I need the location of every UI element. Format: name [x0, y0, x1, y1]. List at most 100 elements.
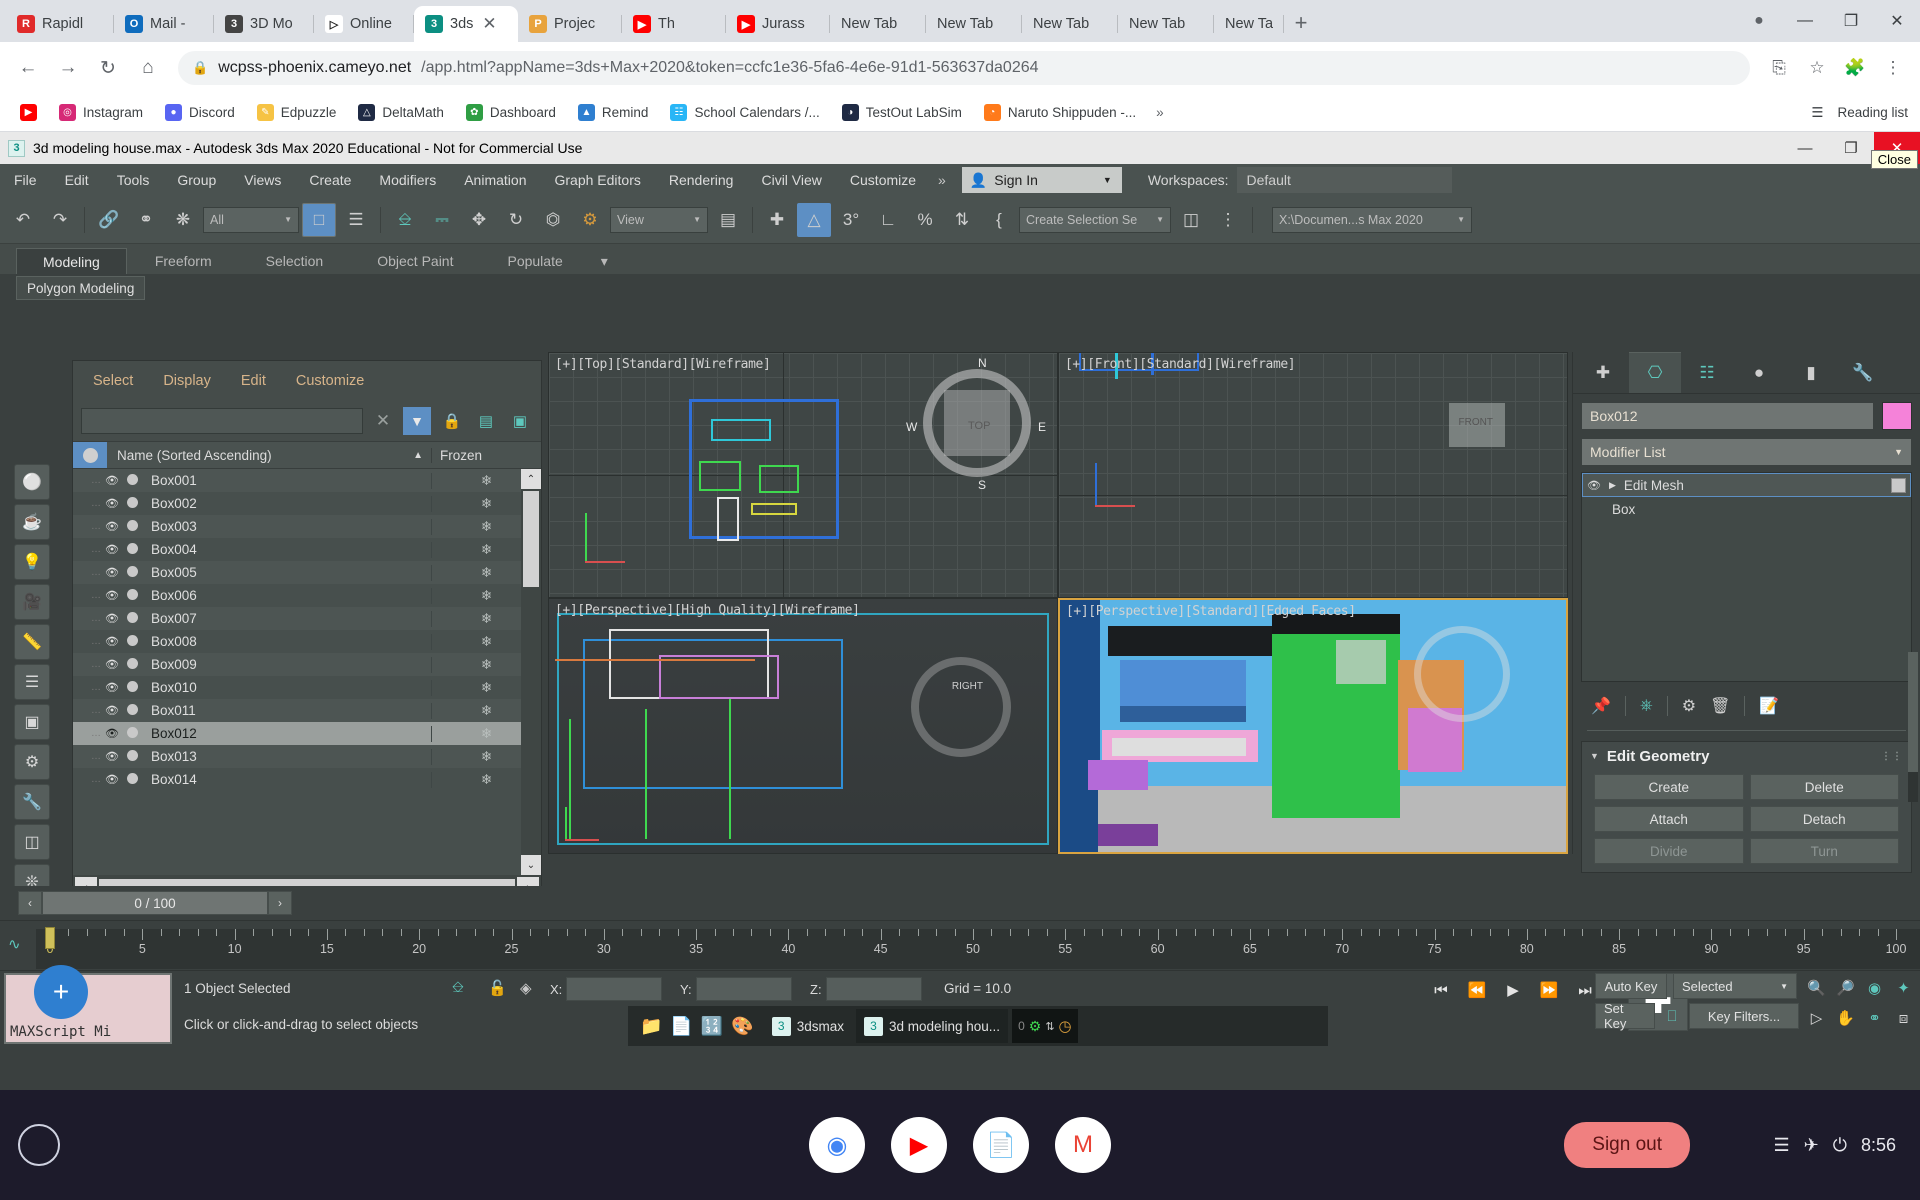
rail-layers-icon[interactable]: ☰ [14, 664, 50, 700]
zoom-icon[interactable]: 🔍 [1804, 975, 1829, 1001]
browser-tab-1[interactable]: O Mail - [114, 6, 214, 42]
edit-named-selection-icon[interactable]: { [982, 203, 1016, 237]
viewport-label-top[interactable]: [+][Top][Standard][Wireframe] [555, 357, 771, 372]
bookmark-0[interactable]: ▶ [12, 100, 45, 125]
bookmark-star-icon[interactable]: ☆ [1800, 51, 1834, 85]
scene-explorer-vscrollbar[interactable]: ⌃ ⌄ [521, 469, 541, 875]
spinner-icon[interactable]: ⇅ [1045, 1020, 1054, 1033]
selection-filter-combo[interactable]: All ▼ [203, 206, 299, 233]
rail-select-object-icon[interactable]: ⚪ [14, 464, 50, 500]
scroll-down-icon[interactable]: ⌄ [521, 855, 541, 875]
bookmark-5[interactable]: ✿ Dashboard [458, 100, 564, 125]
maxscript-mini-listener[interactable]: + MAXScript Mi [4, 965, 172, 1044]
browser-tab-5[interactable]: P Projec [518, 6, 622, 42]
pan-icon[interactable]: ✋ [1833, 1005, 1858, 1031]
lock-icon[interactable]: 🔒 [439, 408, 465, 434]
coord-y-input[interactable] [695, 977, 792, 1001]
scene-explorer-row[interactable]: … 👁 Box013 ❄ [73, 745, 541, 768]
bookmark-6[interactable]: ▲ Remind [570, 100, 657, 125]
view-cube[interactable] [911, 656, 1011, 757]
select-all-toggle[interactable] [73, 442, 107, 468]
viewport-label-perspective-2[interactable]: [+][Perspective][Standard][Edged Faces] [1066, 604, 1356, 619]
launcher-icon[interactable] [18, 1124, 60, 1166]
max-menu-file[interactable]: File [0, 164, 51, 196]
object-color-swatch[interactable] [1882, 402, 1912, 430]
eye-icon[interactable]: 👁 [101, 520, 123, 533]
rectangular-selection-region-icon[interactable]: ⎒ [388, 203, 422, 237]
create-button[interactable]: Create [1594, 774, 1744, 800]
docs-icon[interactable]: 📄 [973, 1117, 1029, 1173]
maximize-viewport-icon[interactable]: ⧈ [1891, 1005, 1916, 1031]
named-selection-set-combo[interactable]: Create Selection Se ▼ [1019, 206, 1171, 233]
render-toggle-icon[interactable] [123, 726, 141, 741]
eye-icon[interactable]: 👁 [101, 543, 123, 556]
bookmark-4[interactable]: △ DeltaMath [350, 100, 452, 125]
explorer-menu-customize[interactable]: Customize [296, 373, 365, 389]
align-icon[interactable]: ⋮ [1211, 203, 1245, 237]
select-object-icon[interactable]: □ [302, 202, 336, 237]
eye-icon[interactable]: 👁 [101, 566, 123, 579]
browser-tab-0[interactable]: R Rapidl [6, 6, 114, 42]
forward-button[interactable]: → [50, 50, 86, 86]
render-toggle-icon[interactable] [123, 657, 141, 672]
edit-geometry-header[interactable]: ▼ Edit Geometry ⋮⋮ [1582, 742, 1911, 770]
display-tab[interactable]: ▮ [1785, 352, 1837, 393]
scene-explorer-row[interactable]: … 👁 Box001 ❄ [73, 469, 541, 492]
bookmark-3[interactable]: ✎ Edpuzzle [249, 100, 345, 125]
bookmark-9[interactable]: ◔ Naruto Shippuden -... [976, 100, 1144, 125]
track-curve-icon[interactable]: ∿ [8, 935, 21, 953]
eye-icon[interactable]: 👁 [101, 497, 123, 510]
prev-frame-button[interactable]: ‹ [18, 891, 42, 915]
key-filters-icon[interactable]: ⎕ [1661, 1008, 1683, 1025]
select-by-name-icon[interactable]: ☰ [339, 203, 373, 237]
render-toggle-icon[interactable] [123, 703, 141, 718]
view-cube-north[interactable]: N [978, 356, 987, 370]
clear-search-icon[interactable]: ✕ [371, 409, 395, 433]
max-menu-animation[interactable]: Animation [450, 164, 540, 196]
max-menu-views[interactable]: Views [230, 164, 295, 196]
scene-explorer-row[interactable]: … 👁 Box012 ❄ [73, 722, 541, 745]
render-toggle-icon[interactable] [123, 772, 141, 787]
address-bar[interactable]: 🔒 wcpss-phoenix.cameyo.net/app.html?appN… [178, 51, 1750, 85]
render-toggle-icon[interactable] [123, 588, 141, 603]
shelf-status-area[interactable]: ☰ ✈ ⏻ 8:56 [1773, 1135, 1896, 1156]
folder-icon[interactable]: 📁 [640, 1016, 662, 1037]
browser-tab-9[interactable]: New Tab [926, 6, 1022, 42]
rail-light-icon[interactable]: 💡 [14, 544, 50, 580]
collapse-icon[interactable]: ▼ [1590, 751, 1599, 761]
menu-overflow-icon[interactable]: » [930, 172, 954, 188]
collapse-all-icon[interactable]: ▣ [507, 408, 533, 434]
divide-button[interactable]: Divide [1594, 838, 1744, 864]
browser-tab-7[interactable]: ▶ Jurass [726, 6, 830, 42]
viewport-front[interactable]: FRONT [+][Front][Standard][Wireframe] [1058, 352, 1568, 598]
window-crossing-icon[interactable]: ⎓ [425, 203, 459, 237]
pin-stack-icon[interactable]: 📌 [1591, 696, 1611, 716]
tray-icon[interactable]: ⚙ [1029, 1018, 1042, 1035]
render-toggle-icon[interactable] [123, 473, 141, 488]
zoom-extents-icon[interactable]: ◉ [1862, 975, 1887, 1001]
browser-tab-11[interactable]: New Tab [1118, 6, 1214, 42]
bind-space-warp-icon[interactable]: ❋ [166, 203, 200, 237]
rail-render-setup-icon[interactable]: ☕ [14, 504, 50, 540]
modifier-stack-item-edit-mesh[interactable]: 👁 ▶ Edit Mesh [1582, 473, 1911, 497]
bookmark-2[interactable]: ● Discord [157, 100, 243, 125]
zoom-all-icon[interactable]: 🔎 [1833, 975, 1858, 1001]
snaps-toggle-icon[interactable]: △ [797, 202, 831, 237]
view-cube[interactable]: N S W E TOP [906, 356, 1046, 492]
rail-container-icon[interactable]: ▣ [14, 704, 50, 740]
browser-maximize-button[interactable]: ❐ [1828, 4, 1874, 38]
rail-measure-icon[interactable]: 📏 [14, 624, 50, 660]
utilities-tab[interactable]: 🔧 [1837, 352, 1889, 393]
youtube-icon[interactable]: ▶ [891, 1117, 947, 1173]
scroll-thumb[interactable] [1908, 652, 1918, 772]
render-toggle-icon[interactable] [123, 542, 141, 557]
paint-icon[interactable]: 🎨 [731, 1016, 753, 1037]
reading-list-button[interactable]: ☰ Reading list [1811, 105, 1908, 121]
render-toggle-icon[interactable] [123, 496, 141, 511]
show-end-result-icon[interactable]: ⎈ [1640, 697, 1653, 715]
motion-tab[interactable]: ● [1733, 352, 1785, 393]
current-frame-field[interactable]: 0 / 100 [42, 891, 268, 915]
max-menu-group[interactable]: Group [163, 164, 230, 196]
workspaces-value[interactable]: Default [1236, 167, 1452, 193]
next-frame-button[interactable]: ⏩ [1534, 975, 1564, 1005]
